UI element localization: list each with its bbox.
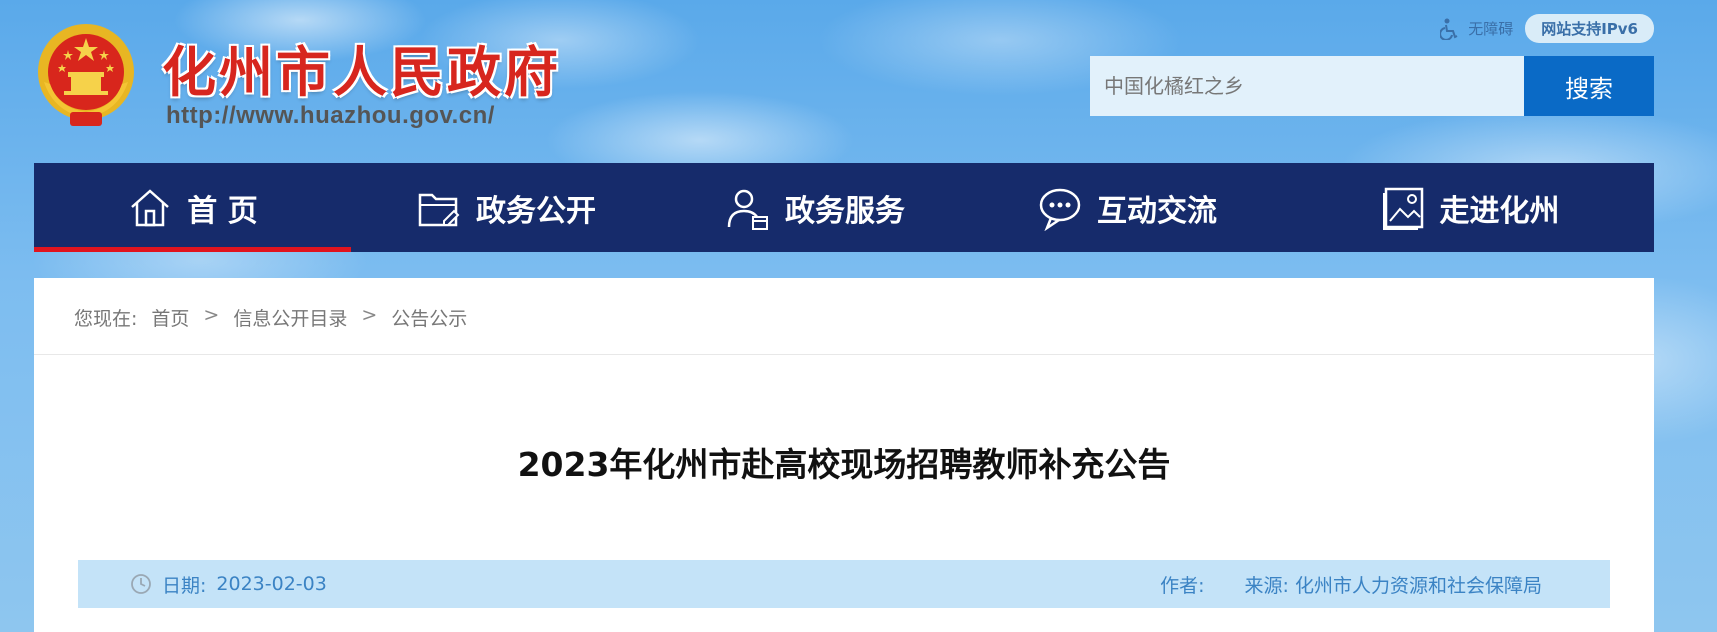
source-group: 来源: 化州市人力资源和社会保障局: [1245, 571, 1542, 598]
nav-label: 走进化州: [1439, 193, 1560, 229]
breadcrumb-info-catalog[interactable]: 信息公开目录: [233, 304, 347, 331]
source-label: 来源:: [1244, 574, 1289, 597]
breadcrumb: 您现在: 首页 > 信息公开目录 > 公告公示: [74, 304, 467, 331]
main-nav: 首 页 政务公开 政务服务 互动交流 走进化州: [34, 163, 1654, 252]
national-emblem-icon: [38, 24, 134, 126]
article-meta-bar: 日期: 2023-02-03 作者: 来源: 化州市人力资源和社会保障局: [78, 560, 1610, 608]
breadcrumb-separator: >: [361, 304, 378, 326]
article-title: 2023年化州市赴高校现场招聘教师补充公告: [517, 445, 1171, 484]
nav-label: 政务服务: [785, 193, 905, 229]
home-icon: [131, 188, 170, 226]
nav-item-gov-services[interactable]: 政务服务: [661, 163, 969, 252]
author-label: 作者:: [1160, 574, 1205, 597]
nav-item-about-huazhou[interactable]: 走进化州: [1285, 163, 1654, 252]
breadcrumb-separator: >: [203, 304, 220, 326]
nav-label: 首 页: [187, 193, 258, 229]
picture-icon: [1382, 187, 1423, 230]
nav-label: 政务公开: [476, 193, 596, 229]
date-value: 2023-02-03: [216, 573, 327, 595]
top-links: 无障碍 网站支持IPv6: [1440, 14, 1654, 43]
wheelchair-icon: [1440, 18, 1458, 40]
breadcrumb-home[interactable]: 首页: [151, 304, 189, 331]
site-url: http://www.huazhou.gov.cn/: [166, 102, 495, 129]
nav-label: 互动交流: [1097, 193, 1217, 229]
source-value: 化州市人力资源和社会保障局: [1294, 574, 1542, 597]
site-name: 化州市人民政府: [162, 40, 561, 104]
ipv6-badge[interactable]: 网站支持IPv6: [1525, 14, 1654, 43]
nav-item-gov-affairs-open[interactable]: 政务公开: [351, 163, 661, 252]
divider: [34, 354, 1654, 355]
folder-edit-icon: [418, 193, 460, 226]
nav-item-interaction[interactable]: 互动交流: [969, 163, 1285, 252]
content-panel: 您现在: 首页 > 信息公开目录 > 公告公示 2023年化州市赴高校现场招聘教…: [34, 278, 1654, 632]
breadcrumb-prefix: 您现在:: [74, 308, 138, 330]
search-button[interactable]: 搜索: [1524, 56, 1654, 116]
date-group: 日期: 2023-02-03: [130, 571, 327, 598]
author-source-group: 作者: 来源: 化州市人力资源和社会保障局: [1160, 571, 1542, 598]
date-label: 日期:: [162, 574, 207, 597]
breadcrumb-announcements[interactable]: 公告公示: [391, 304, 467, 331]
chat-bubble-icon: [1039, 188, 1081, 231]
nav-item-home[interactable]: 首 页: [34, 163, 351, 252]
accessibility-link[interactable]: 无障碍: [1440, 18, 1513, 40]
search-input[interactable]: [1090, 56, 1524, 116]
user-calendar-icon: [727, 189, 768, 230]
accessibility-label: 无障碍: [1468, 20, 1514, 38]
clock-icon: [131, 574, 151, 594]
search-bar: 搜索: [1090, 56, 1654, 116]
